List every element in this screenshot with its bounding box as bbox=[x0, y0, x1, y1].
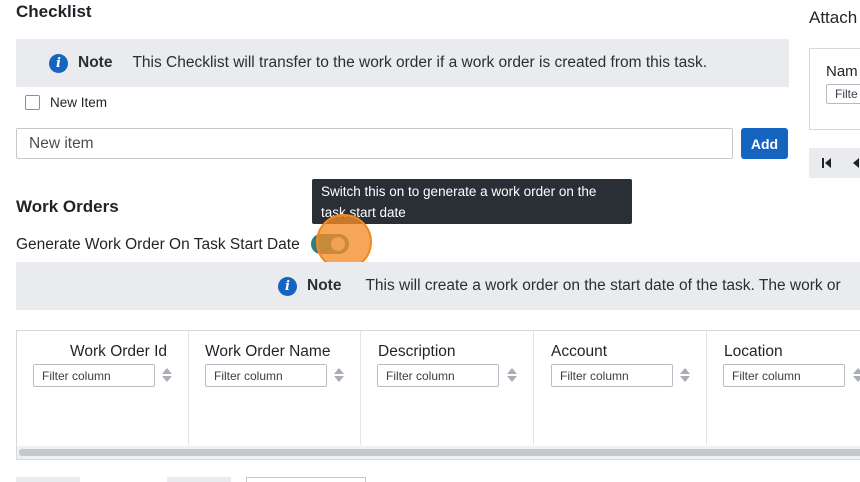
generate-work-order-label: Generate Work Order On Task Start Date bbox=[16, 236, 300, 253]
note-label: Note bbox=[307, 277, 342, 294]
prev-page-icon[interactable] bbox=[851, 157, 860, 169]
checklist-note: i Note This Checklist will transfer to t… bbox=[16, 39, 789, 87]
checklist-title: Checklist bbox=[16, 2, 92, 21]
scrollbar-thumb[interactable] bbox=[19, 449, 860, 456]
column-description: Description Filter column bbox=[361, 331, 534, 445]
sort-icon[interactable] bbox=[334, 367, 344, 383]
attachments-filter-input[interactable]: Filte bbox=[826, 84, 860, 104]
work-orders-grid: Work Order Id Filter column Work Order N… bbox=[16, 330, 860, 460]
attachments-grid: Nam Filte bbox=[809, 48, 860, 130]
pager-button[interactable] bbox=[16, 477, 80, 482]
checklist-item[interactable]: New Item bbox=[25, 95, 107, 110]
column-header[interactable]: Account bbox=[551, 343, 607, 361]
new-item-input[interactable] bbox=[16, 128, 733, 159]
column-header[interactable]: Location bbox=[724, 343, 783, 361]
sort-icon[interactable] bbox=[507, 367, 517, 383]
column-work-order-id: Work Order Id Filter column bbox=[17, 331, 189, 445]
sort-icon[interactable] bbox=[680, 367, 690, 383]
filter-input[interactable]: Filter column bbox=[33, 364, 155, 387]
column-account: Account Filter column bbox=[534, 331, 707, 445]
column-work-order-name: Work Order Name Filter column bbox=[189, 331, 361, 445]
pager-button[interactable] bbox=[167, 477, 231, 482]
first-page-icon[interactable] bbox=[821, 157, 833, 169]
pager-size-select[interactable] bbox=[246, 477, 366, 482]
sort-icon[interactable] bbox=[162, 367, 172, 383]
note-label: Note bbox=[78, 54, 113, 71]
add-item-button[interactable]: Add bbox=[741, 128, 788, 159]
column-location: Location Filter column bbox=[707, 331, 860, 445]
horizontal-scrollbar[interactable] bbox=[17, 446, 860, 459]
toggle-tooltip: Switch this on to generate a work order … bbox=[312, 179, 632, 224]
work-orders-title: Work Orders bbox=[16, 197, 119, 216]
filter-input[interactable]: Filter column bbox=[377, 364, 499, 387]
checklist-item-checkbox[interactable] bbox=[25, 95, 40, 110]
work-orders-note: i Note This will create a work order on … bbox=[16, 262, 860, 310]
checklist-item-label: New Item bbox=[50, 95, 108, 110]
attachments-title: Attach bbox=[809, 8, 858, 27]
filter-input[interactable]: Filter column bbox=[551, 364, 673, 387]
sort-icon[interactable] bbox=[853, 367, 860, 383]
column-header[interactable]: Description bbox=[378, 343, 456, 361]
note-text: This will create a work order on the sta… bbox=[365, 277, 841, 294]
attachments-pager bbox=[809, 148, 860, 178]
info-icon: i bbox=[278, 276, 297, 296]
filter-input[interactable]: Filter column bbox=[723, 364, 845, 387]
note-text: This Checklist will transfer to the work… bbox=[132, 54, 707, 71]
info-icon: i bbox=[49, 53, 68, 73]
column-header[interactable]: Work Order Name bbox=[205, 343, 330, 361]
attachments-column-header: Nam bbox=[826, 63, 858, 80]
column-header[interactable]: Work Order Id bbox=[70, 343, 167, 361]
filter-input[interactable]: Filter column bbox=[205, 364, 327, 387]
